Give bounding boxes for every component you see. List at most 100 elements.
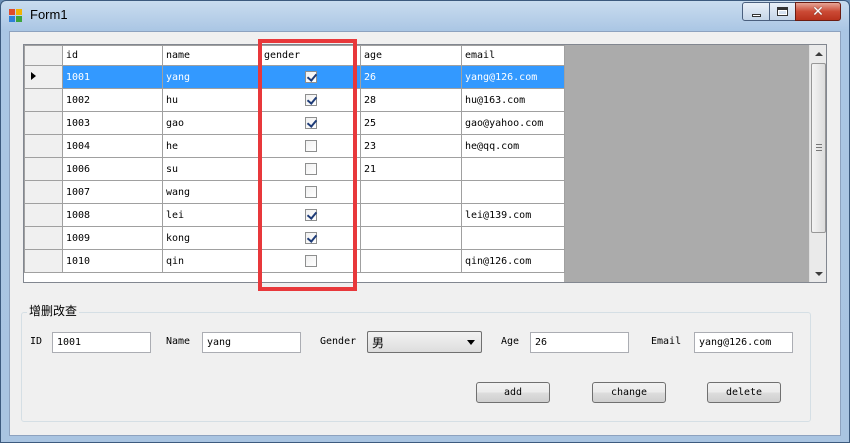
id-cell[interactable]: 1008 xyxy=(62,203,163,227)
table-row[interactable]: 1002 hu 28 hu@163.com xyxy=(24,88,565,112)
email-field[interactable] xyxy=(694,332,793,353)
gender-checkbox[interactable] xyxy=(304,186,317,198)
close-button[interactable]: ✕ xyxy=(795,2,841,21)
gender-cell[interactable] xyxy=(260,65,361,89)
table-row[interactable]: 1001 yang 26 yang@126.com xyxy=(24,65,565,89)
row-header-corner[interactable] xyxy=(24,45,63,66)
age-cell[interactable]: 28 xyxy=(360,88,462,112)
chevron-down-icon xyxy=(467,340,475,345)
name-cell[interactable]: yang xyxy=(162,65,261,89)
row-header[interactable] xyxy=(24,134,63,158)
id-cell[interactable]: 1003 xyxy=(62,111,163,135)
change-button[interactable]: change xyxy=(592,382,666,403)
scroll-down-button[interactable] xyxy=(810,265,826,282)
age-cell[interactable]: 25 xyxy=(360,111,462,135)
age-cell[interactable] xyxy=(360,203,462,227)
column-header-name[interactable]: name xyxy=(162,45,261,66)
row-header[interactable] xyxy=(24,226,63,250)
vertical-scrollbar[interactable] xyxy=(809,45,826,282)
row-header[interactable] xyxy=(24,249,63,273)
gender-checkbox[interactable] xyxy=(304,209,317,221)
age-cell[interactable]: 23 xyxy=(360,134,462,158)
name-cell[interactable]: lei xyxy=(162,203,261,227)
table-row[interactable]: 1009 kong xyxy=(24,226,565,250)
name-field[interactable] xyxy=(202,332,301,353)
gender-cell[interactable] xyxy=(260,134,361,158)
email-cell[interactable]: yang@126.com xyxy=(461,65,565,89)
maximize-button[interactable] xyxy=(769,2,796,21)
gender-checkbox[interactable] xyxy=(304,255,317,267)
delete-button[interactable]: delete xyxy=(707,382,781,403)
id-cell[interactable]: 1006 xyxy=(62,157,163,181)
gender-cell[interactable] xyxy=(260,157,361,181)
id-cell[interactable]: 1004 xyxy=(62,134,163,158)
age-cell[interactable] xyxy=(360,226,462,250)
column-header-age[interactable]: age xyxy=(360,45,462,66)
gender-checkbox[interactable] xyxy=(304,232,317,244)
name-cell[interactable]: su xyxy=(162,157,261,181)
email-cell[interactable]: gao@yahoo.com xyxy=(461,111,565,135)
email-cell[interactable] xyxy=(461,157,565,181)
table-row[interactable]: 1003 gao 25 gao@yahoo.com xyxy=(24,111,565,135)
id-field[interactable] xyxy=(52,332,151,353)
table-row[interactable]: 1007 wang xyxy=(24,180,565,204)
age-cell[interactable] xyxy=(360,249,462,273)
email-cell[interactable] xyxy=(461,226,565,250)
email-cell[interactable]: hu@163.com xyxy=(461,88,565,112)
age-cell[interactable]: 26 xyxy=(360,65,462,89)
app-icon xyxy=(9,9,23,23)
email-cell[interactable] xyxy=(461,180,565,204)
age-cell[interactable]: 21 xyxy=(360,157,462,181)
gender-checkbox[interactable] xyxy=(304,94,317,106)
row-header[interactable] xyxy=(24,111,63,135)
email-cell[interactable]: lei@139.com xyxy=(461,203,565,227)
gender-cell[interactable] xyxy=(260,249,361,273)
age-field[interactable] xyxy=(530,332,629,353)
id-cell[interactable]: 1002 xyxy=(62,88,163,112)
email-cell[interactable]: he@qq.com xyxy=(461,134,565,158)
row-header[interactable] xyxy=(24,88,63,112)
minimize-button[interactable] xyxy=(742,2,770,21)
gender-cell[interactable] xyxy=(260,226,361,250)
name-cell[interactable]: qin xyxy=(162,249,261,273)
email-cell[interactable]: qin@126.com xyxy=(461,249,565,273)
row-header[interactable] xyxy=(24,157,63,181)
title-bar[interactable]: Form1 ✕ xyxy=(1,1,849,31)
name-cell[interactable]: gao xyxy=(162,111,261,135)
table-row[interactable]: 1010 qin qin@126.com xyxy=(24,249,565,273)
row-header[interactable] xyxy=(24,203,63,227)
name-cell[interactable]: wang xyxy=(162,180,261,204)
scroll-up-button[interactable] xyxy=(810,45,826,62)
id-cell[interactable]: 1007 xyxy=(62,180,163,204)
column-header-id[interactable]: id xyxy=(62,45,163,66)
column-header-gender[interactable]: gender xyxy=(260,45,361,66)
data-grid-table[interactable]: id name gender age email 1001 yang 26 yang@… xyxy=(24,45,565,273)
gender-select[interactable]: 男 xyxy=(367,331,482,353)
row-header[interactable] xyxy=(24,65,63,89)
name-cell[interactable]: he xyxy=(162,134,261,158)
gender-cell[interactable] xyxy=(260,88,361,112)
email-label: Email xyxy=(651,336,682,347)
close-icon: ✕ xyxy=(812,3,824,20)
row-header[interactable] xyxy=(24,180,63,204)
id-cell[interactable]: 1010 xyxy=(62,249,163,273)
name-cell[interactable]: hu xyxy=(162,88,261,112)
id-cell[interactable]: 1009 xyxy=(62,226,163,250)
gender-cell[interactable] xyxy=(260,203,361,227)
scroll-thumb[interactable] xyxy=(811,63,826,233)
data-grid[interactable]: id name gender age email 1001 yang 26 yang@… xyxy=(23,44,827,283)
gender-cell[interactable] xyxy=(260,111,361,135)
gender-checkbox[interactable] xyxy=(304,71,317,83)
age-cell[interactable] xyxy=(360,180,462,204)
gender-checkbox[interactable] xyxy=(304,117,317,129)
gender-cell[interactable] xyxy=(260,180,361,204)
add-button[interactable]: add xyxy=(476,382,550,403)
table-row[interactable]: 1006 su 21 xyxy=(24,157,565,181)
table-row[interactable]: 1008 lei lei@139.com xyxy=(24,203,565,227)
gender-checkbox[interactable] xyxy=(304,140,317,152)
name-cell[interactable]: kong xyxy=(162,226,261,250)
table-row[interactable]: 1004 he 23 he@qq.com xyxy=(24,134,565,158)
id-cell[interactable]: 1001 xyxy=(62,65,163,89)
column-header-email[interactable]: email xyxy=(461,45,565,66)
gender-checkbox[interactable] xyxy=(304,163,317,175)
